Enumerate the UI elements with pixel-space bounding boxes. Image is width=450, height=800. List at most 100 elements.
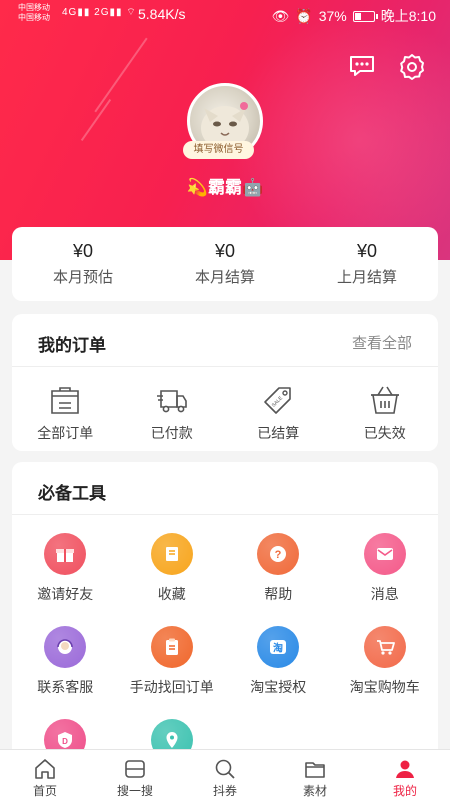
cart-icon: [376, 640, 395, 655]
earning-value: ¥0: [214, 241, 236, 261]
earning-label: 本月结算: [194, 269, 255, 286]
battery-icon: [352, 10, 378, 22]
order-expired[interactable]: 已失效: [332, 383, 439, 443]
tool-label: 帮助: [264, 586, 293, 602]
order-label: 已付款: [150, 425, 193, 441]
net-speed: 5.84K/s: [138, 6, 186, 22]
help-icon: ?: [270, 546, 287, 562]
settings-gear-icon[interactable]: [398, 52, 426, 80]
earning-label: 上月结算: [336, 269, 397, 286]
tool-label: 邀请好友: [37, 586, 94, 602]
tool-circle: ?: [257, 533, 300, 575]
tab-search[interactable]: 搜一搜: [90, 750, 180, 800]
tool-taobao-cart[interactable]: 淘宝购物车: [332, 626, 439, 719]
fill-wechat-button[interactable]: 填写微信号: [183, 141, 254, 159]
my-orders-card: 我的订单 查看全部 全部订单 已付款 SALE 已结算 已失效: [12, 314, 438, 451]
tool-label: 手动找回订单: [129, 679, 214, 695]
order-label: 已结算: [257, 425, 300, 441]
earning-value: ¥0: [72, 241, 94, 261]
svg-text:?: ?: [275, 549, 282, 561]
earning-this-month-estimate[interactable]: ¥0 本月预估: [12, 227, 154, 301]
header-streak: [94, 37, 148, 113]
gift-icon: [56, 549, 75, 562]
clipboard-icon: [165, 638, 178, 655]
tool-favorites[interactable]: 收藏: [119, 533, 226, 626]
tool-circle: [44, 533, 87, 575]
battery-percent: 37%: [318, 8, 347, 24]
carrier-labels: 中国移动 中国移动: [18, 3, 50, 23]
scan-icon: [125, 760, 145, 778]
basket-icon: [370, 386, 399, 414]
battery-fill: [354, 12, 362, 20]
delivery-truck-icon: [156, 390, 187, 413]
tab-label: 搜一搜: [116, 784, 153, 798]
tool-customer-service[interactable]: 联系客服: [12, 626, 119, 719]
tab-mine[interactable]: 我的: [360, 750, 450, 800]
tool-label: 收藏: [157, 586, 186, 602]
carrier-2: 中国移动: [18, 13, 50, 22]
user-nickname: 💫霸霸🤖: [0, 173, 450, 198]
robot-icon: 🤖: [242, 178, 264, 197]
status-right: 👁 ⏰ 37% 晚上8:10: [272, 6, 437, 26]
earnings-card: ¥0 本月预估 ¥0 本月结算 ¥0 上月结算: [12, 227, 438, 301]
order-paid[interactable]: 已付款: [119, 383, 226, 443]
alarm-icon: ⏰: [295, 7, 313, 24]
earning-value: ¥0: [356, 241, 378, 261]
tab-label: 素材: [302, 784, 327, 798]
bottom-tab-bar: 首页 搜一搜 抖券 素材 我的: [0, 749, 450, 800]
view-all-orders-link[interactable]: 查看全部: [352, 332, 412, 353]
tab-label: 首页: [32, 784, 57, 798]
sparkle-icon: 💫: [186, 178, 208, 197]
status-bar: 中国移动 中国移动 4G▮▮ 2G▮▮ ⌔ 5.84K/s 👁 ⏰ 37% 晚上…: [0, 0, 450, 30]
mail-icon: [376, 548, 393, 560]
header-glow: [230, 10, 450, 260]
tool-recover-order[interactable]: 手动找回订单: [119, 626, 226, 719]
location-icon: [166, 732, 178, 748]
tool-label: 淘宝授权: [250, 679, 307, 695]
tool-invite-friends[interactable]: 邀请好友: [12, 533, 119, 626]
order-label: 已失效: [363, 425, 406, 441]
tool-messages[interactable]: 消息: [332, 533, 439, 626]
order-label: 全部订单: [37, 425, 94, 441]
tool-taobao-auth[interactable]: 淘 淘宝授权: [225, 626, 332, 719]
order-status-row: 全部订单 已付款 SALE 已结算 已失效: [12, 367, 438, 443]
folder-icon: [305, 762, 325, 778]
orders-header: 我的订单 查看全部: [12, 314, 438, 367]
earning-last-month-settled[interactable]: ¥0 上月结算: [296, 227, 438, 301]
tools-title: 必备工具: [38, 484, 106, 503]
tool-help[interactable]: ? 帮助: [225, 533, 332, 626]
order-settled[interactable]: SALE 已结算: [225, 383, 332, 443]
svg-text:淘: 淘: [273, 642, 283, 655]
tab-label: 我的: [392, 784, 417, 798]
eye-icon: 👁: [271, 7, 290, 24]
network-1: 4G: [62, 7, 78, 18]
order-all[interactable]: 全部订单: [12, 383, 119, 443]
clock: 晚上8:10: [380, 8, 436, 24]
header-streak: [80, 98, 112, 142]
tools-header: 必备工具: [12, 462, 438, 515]
tool-label: 消息: [370, 586, 399, 602]
tool-circle: [363, 533, 406, 575]
service-icon: [57, 639, 74, 654]
tab-materials[interactable]: 素材: [270, 750, 360, 800]
shield-d-icon: D: [58, 732, 73, 748]
tools-card: 必备工具 邀请好友 收藏 ? 帮助 消息 联系客服 手动找回订单 淘 淘宝授权 …: [12, 462, 438, 782]
tab-home[interactable]: 首页: [0, 750, 90, 800]
svg-text:D: D: [62, 737, 68, 746]
network-2: 2G: [94, 7, 110, 18]
tab-coupons[interactable]: 抖券: [180, 750, 270, 800]
tab-label: 抖券: [212, 784, 237, 798]
earning-this-month-settled[interactable]: ¥0 本月结算: [154, 227, 296, 301]
carrier-1: 中国移动: [18, 3, 50, 12]
message-icon[interactable]: [348, 52, 376, 80]
network-indicator: 4G▮▮ 2G▮▮ ⌔: [62, 7, 137, 18]
tool-circle: 淘: [257, 626, 300, 668]
shopping-bag-icon: [51, 387, 80, 414]
tool-circle: [363, 626, 406, 668]
nickname-text: 霸霸: [208, 178, 242, 197]
earning-label: 本月预估: [52, 269, 113, 286]
orders-title: 我的订单: [38, 336, 106, 355]
tool-label: 联系客服: [37, 679, 94, 695]
tool-circle: [150, 533, 193, 575]
home-icon: [35, 759, 55, 779]
